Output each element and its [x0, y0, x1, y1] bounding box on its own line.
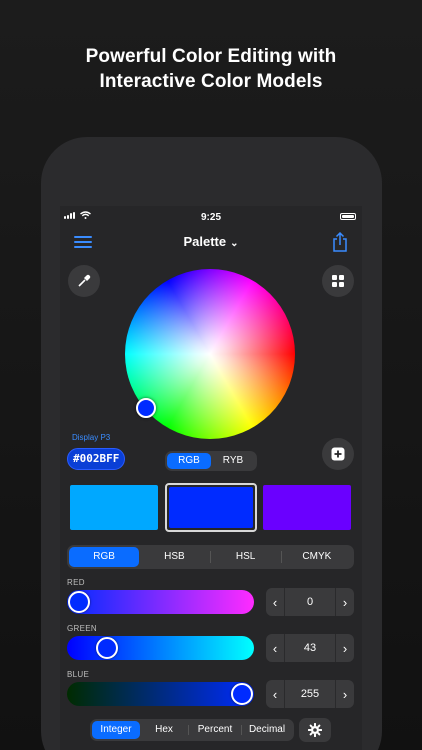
format-option-hex[interactable]: Hex: [140, 721, 188, 739]
format-settings-button[interactable]: [299, 718, 331, 742]
palette-swatch-3[interactable]: [263, 485, 351, 530]
format-option-percent[interactable]: Percent: [189, 721, 241, 739]
eyedropper-icon[interactable]: [68, 265, 100, 297]
tab-hsl[interactable]: HSL: [211, 547, 281, 567]
color-wheel-handle[interactable]: [136, 398, 156, 418]
grid-icon[interactable]: [322, 265, 354, 297]
add-color-button[interactable]: [322, 438, 354, 470]
promo-headline: Powerful Color Editing with Interactive …: [0, 44, 422, 94]
tab-hsb[interactable]: HSB: [139, 547, 209, 567]
green-slider[interactable]: [67, 636, 254, 660]
status-time: 9:25: [200, 212, 221, 223]
blue-increment-chevron-right-icon[interactable]: ›: [336, 687, 354, 702]
palette-title: Palette: [183, 234, 227, 249]
blue-slider-knob[interactable]: [231, 683, 253, 705]
palette-title-dropdown[interactable]: Palette ⌄: [60, 234, 362, 249]
color-space-tabs: RGB HSB HSL CMYK: [67, 545, 354, 569]
tab-rgb[interactable]: RGB: [69, 547, 140, 567]
red-label: RED: [67, 578, 85, 587]
blue-value[interactable]: 255: [284, 680, 336, 708]
palette-swatch-2-fill: [169, 487, 253, 528]
green-decrement-chevron-left-icon[interactable]: ‹: [266, 641, 284, 656]
red-slider[interactable]: [67, 590, 254, 614]
palette-swatch-2[interactable]: [165, 483, 257, 532]
red-increment-chevron-right-icon[interactable]: ›: [336, 595, 354, 610]
green-slider-knob[interactable]: [95, 637, 118, 659]
headline-line-1: Powerful Color Editing with: [85, 46, 337, 67]
green-label: GREEN: [67, 624, 97, 633]
red-value[interactable]: 0: [284, 588, 336, 616]
color-model-toggle: RGB RYB: [165, 451, 257, 471]
model-option-ryb[interactable]: RYB: [211, 453, 255, 469]
headline-line-2: Interactive Color Models: [99, 71, 323, 92]
green-increment-chevron-right-icon[interactable]: ›: [336, 641, 354, 656]
status-bar: 9:25: [60, 206, 362, 228]
green-stepper: ‹ 43 ›: [266, 634, 354, 662]
format-option-integer[interactable]: Integer: [92, 721, 140, 739]
blue-label: BLUE: [67, 670, 90, 679]
red-slider-knob[interactable]: [68, 591, 90, 613]
plus-icon: [331, 447, 345, 461]
chevron-down-icon: ⌄: [230, 238, 239, 249]
nav-bar: Palette ⌄: [60, 228, 362, 260]
red-stepper: ‹ 0 ›: [266, 588, 354, 616]
palette-swatch-1[interactable]: [70, 485, 158, 530]
hex-value-badge[interactable]: #002BFF: [67, 448, 126, 470]
blue-decrement-chevron-left-icon[interactable]: ‹: [266, 687, 284, 702]
value-format-toggle: Integer Hex Percent Decimal: [90, 719, 294, 741]
format-option-decimal[interactable]: Decimal: [242, 721, 292, 739]
share-icon[interactable]: [332, 232, 348, 252]
gamut-label: Display P3: [72, 433, 111, 442]
blue-slider[interactable]: [67, 682, 254, 706]
green-value[interactable]: 43: [284, 634, 336, 662]
blue-stepper: ‹ 255 ›: [266, 680, 354, 708]
gear-icon: [308, 723, 322, 737]
app-screen: 9:25 Palette ⌄ Display P3 #002BFF RGB RY…: [60, 206, 362, 750]
red-decrement-chevron-left-icon[interactable]: ‹: [266, 595, 284, 610]
battery-icon: [340, 213, 356, 220]
tab-cmyk[interactable]: CMYK: [282, 547, 352, 567]
model-option-rgb[interactable]: RGB: [167, 453, 211, 469]
